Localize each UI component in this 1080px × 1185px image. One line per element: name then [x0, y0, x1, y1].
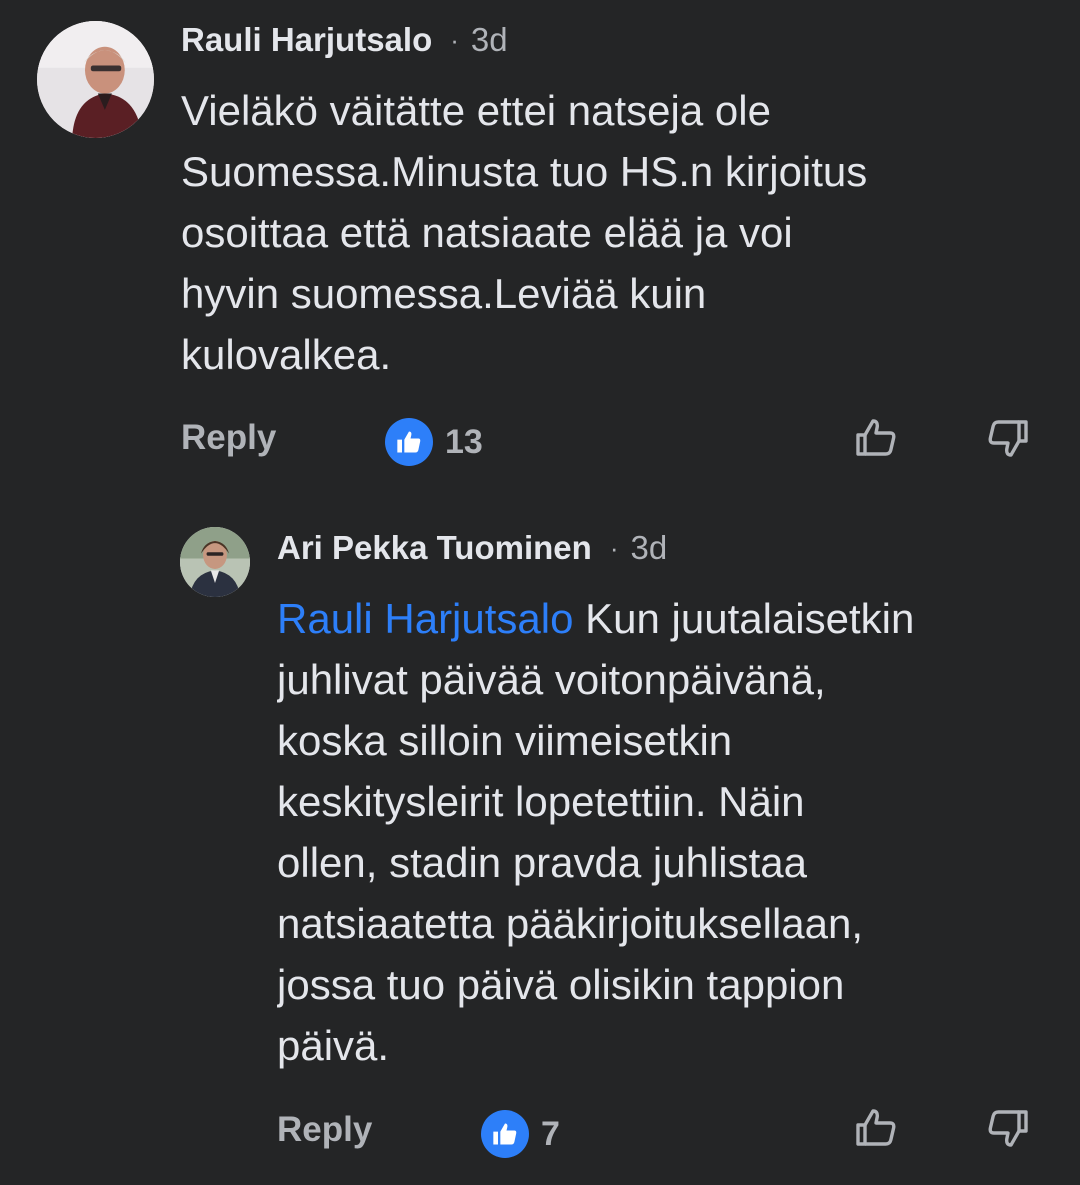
comment-author[interactable]: Ari Pekka Tuominen — [277, 529, 592, 567]
comment-text-line: natsiaatetta pääkirjoituksellaan, — [277, 900, 864, 947]
avatar[interactable] — [180, 527, 250, 597]
comment-text-line: osoittaa että natsiaate elää ja voi — [181, 209, 793, 256]
reaction-summary[interactable]: 7 — [481, 1110, 560, 1158]
comment-header: Ari Pekka Tuominen · 3d — [277, 526, 667, 570]
comment-text-line: jossa tuo päivä olisikin tappion — [277, 961, 845, 1008]
thumbs-down-outline-icon[interactable] — [982, 1102, 1034, 1154]
thumbs-up-outline-icon[interactable] — [850, 412, 902, 464]
comment-text-line: keskitysleirit lopetettiin. Näin — [277, 778, 805, 825]
reaction-summary[interactable]: 13 — [385, 418, 483, 466]
comment-text-line: juhlivat päivää voitonpäivänä, — [277, 656, 826, 703]
separator-dot: · — [450, 24, 459, 55]
comment-text-line: hyvin suomessa.Leviää kuin — [181, 270, 707, 317]
comment-text-line: kulovalkea. — [181, 331, 392, 378]
comment-header: Rauli Harjutsalo · 3d — [181, 18, 508, 62]
avatar-photo — [37, 21, 154, 138]
avatar-photo — [180, 527, 250, 597]
comment-body: Vieläkö väitätte ettei natseja ole Suome… — [181, 80, 867, 385]
like-count: 7 — [541, 1114, 560, 1153]
separator-dot: · — [609, 532, 619, 563]
reply-button[interactable]: Reply — [277, 1110, 372, 1150]
comment-text-line: koska silloin viimeisetkin — [277, 717, 733, 764]
thumbs-down-outline-icon[interactable] — [982, 412, 1034, 464]
comment-author[interactable]: Rauli Harjutsalo — [181, 21, 432, 59]
comment-text-line: päivä. — [277, 1022, 390, 1069]
comment-body: Rauli Harjutsalo Kun juutalaisetkin juhl… — [277, 588, 1045, 1076]
comment-text-line: Rauli Harjutsalo Kun juutalaisetkin — [277, 588, 1045, 649]
comment-time[interactable]: 3d — [471, 21, 508, 59]
comment-text-line: Suomessa.Minusta tuo HS.n kirjoitus — [181, 148, 868, 195]
thumbs-up-outline-icon[interactable] — [850, 1102, 902, 1154]
like-count: 13 — [445, 422, 483, 461]
comment-text-line: Vieläkö väitätte ettei natseja ole — [181, 87, 771, 134]
comment-time[interactable]: 3d — [630, 529, 667, 567]
avatar[interactable] — [37, 21, 154, 138]
comment-text: Kun juutalaisetkin — [573, 595, 915, 642]
thumbs-up-filled-icon — [385, 418, 433, 466]
reply-button[interactable]: Reply — [181, 418, 276, 458]
thumbs-up-filled-icon — [481, 1110, 529, 1158]
comment-text-line: ollen, stadin pravda juhlistaa — [277, 839, 808, 886]
comments-thread: Rauli Harjutsalo · 3d Vieläkö väitätte e… — [0, 0, 1080, 1185]
mention-link[interactable]: Rauli Harjutsalo — [277, 595, 573, 642]
